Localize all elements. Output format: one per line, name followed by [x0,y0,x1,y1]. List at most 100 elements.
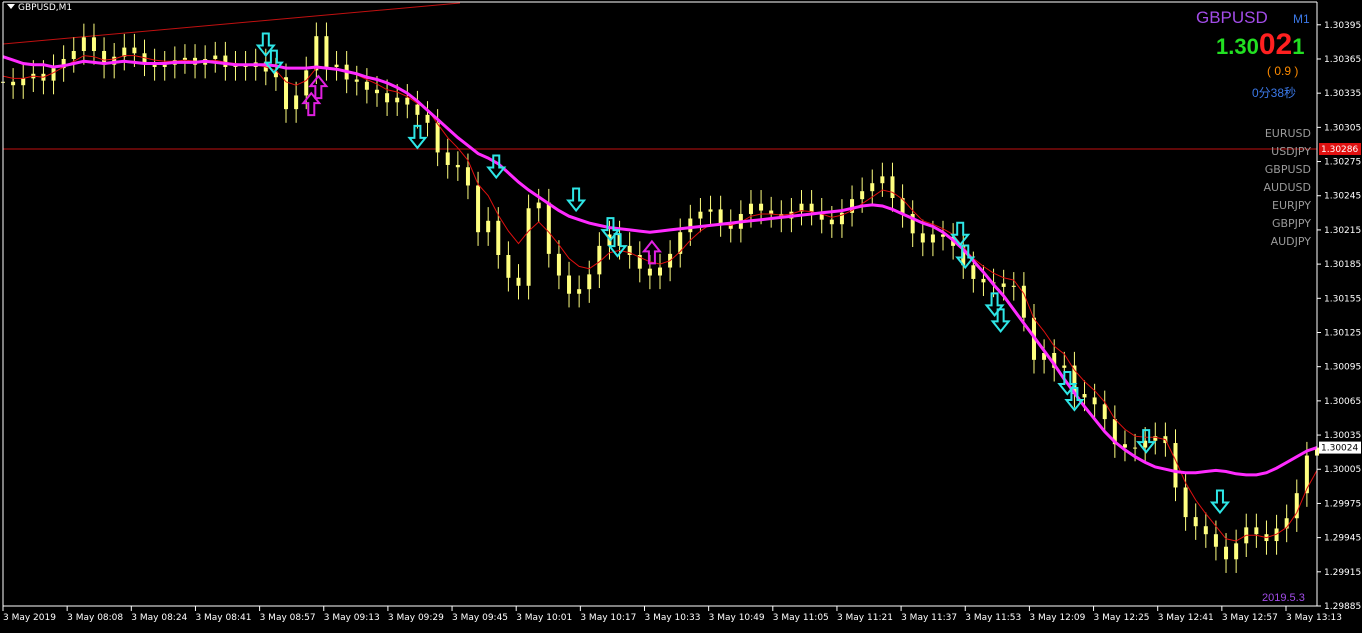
x-tick-label: 3 May 08:24 [131,613,187,623]
x-tick-label: 3 May 12:41 [1158,613,1214,623]
candle-body [708,209,713,212]
x-tick-label: 3 May 09:13 [324,613,380,623]
y-tick-label: 1.30065 [1324,397,1361,407]
info-price: 1.30021 [1216,30,1304,61]
candle-body [81,37,86,52]
candle-body [91,37,96,52]
candle-body [880,176,885,184]
candle-body [162,64,167,67]
candle-body [445,152,450,165]
candle-body [930,234,935,243]
candle-body [334,64,339,67]
candle-body [698,211,703,219]
candle-body [981,278,986,283]
y-tick-label: 1.30245 [1324,192,1361,202]
candle-body [759,203,764,211]
symbol-list-item[interactable]: GBPJPY [1272,217,1311,230]
candle-body [314,36,319,71]
candle-body [354,79,359,82]
candle-body [1082,394,1087,398]
candle-body [1213,534,1218,547]
candle-body [425,114,430,123]
candle-body [971,265,976,279]
y-tick-label: 1.30335 [1324,89,1361,99]
info-symbol: GBPUSD [1196,8,1268,27]
y-tick-label: 1.30365 [1324,55,1361,65]
candle-body [1133,447,1138,449]
symbol-list-item[interactable]: EURJPY [1272,199,1311,212]
candle-body [516,277,521,286]
candle-body [1092,397,1097,405]
candle-body [718,209,723,224]
candle-body [688,218,693,233]
candle-body [223,55,228,67]
y-tick-label: 1.30275 [1324,158,1361,168]
candle-body [1203,526,1208,535]
candle-body [486,220,491,233]
x-tick-label: 3 May 11:21 [837,613,893,623]
candle-body [1102,404,1107,420]
y-tick-label: 1.29945 [1324,534,1361,544]
candle-body [536,202,541,209]
symbol-list-item[interactable]: EURUSD [1265,127,1311,140]
candle-body [658,267,662,276]
info-bar-timer: 0分38秒 [1252,86,1297,100]
y-tick-label: 1.30395 [1324,21,1361,31]
x-tick-label: 3 May 11:05 [773,613,829,623]
candle-body [769,210,774,214]
candle-body [294,95,299,110]
y-tick-label: 1.30005 [1324,465,1361,475]
candle-body [577,289,582,294]
chart-title[interactable]: GBPUSD,M1 [7,3,72,13]
candle-body [1224,546,1229,560]
chart-title-text: GBPUSD,M1 [18,3,73,13]
candle-body [132,47,137,54]
current-price-box-text: 1.30024 [1321,444,1358,454]
symbol-list-item[interactable]: AUDUSD [1263,181,1311,194]
candle-body [1062,365,1067,368]
candle-body [71,51,76,59]
candle-body [546,202,551,254]
y-tick-label: 1.29885 [1324,602,1361,612]
y-tick-label: 1.30035 [1324,431,1361,441]
y-tick-label: 1.29915 [1324,568,1361,578]
x-tick-label: 3 May 10:49 [709,613,765,623]
info-timeframe: M1 [1293,12,1310,26]
candle-body [435,122,440,153]
x-tick-label: 3 May 13:13 [1286,613,1342,623]
price-prefix: 1.30 [1216,34,1259,59]
y-tick-label: 1.30095 [1324,363,1361,373]
x-tick-label: 3 May 10:33 [645,613,701,623]
candle-body [476,185,481,233]
candle-body [395,97,400,103]
candle-body [556,253,561,276]
symbol-list-item[interactable]: AUDJPY [1271,235,1312,248]
candle-body [809,203,814,212]
candle-body [304,70,309,96]
candle-body [1254,527,1259,535]
y-tick-label: 1.30185 [1324,260,1361,270]
candle-body [405,97,410,105]
candle-body [1021,285,1026,318]
symbol-list-item[interactable]: GBPUSD [1265,163,1311,176]
x-tick-label: 3 May 12:09 [1029,613,1085,623]
symbol-list-item[interactable]: USDJPY [1271,145,1311,158]
x-tick-label: 3 May 11:37 [901,613,957,623]
y-tick-label: 1.29975 [1324,499,1361,509]
candle-body [587,274,592,290]
candle-body [1234,543,1239,560]
candle-body [920,233,925,243]
candle-body [1183,487,1188,518]
price-chart[interactable]: 1.303951.303651.303351.303051.302751.302… [0,0,1362,633]
candle-body [1304,455,1309,494]
dropdown-triangle-icon[interactable] [7,4,15,9]
x-tick-label: 3 May 10:17 [580,613,636,623]
x-tick-label: 3 May 10:01 [516,613,572,623]
candle-body [890,176,895,199]
candle-body [870,183,875,192]
candle-body [324,36,329,67]
x-tick-label: 3 May 09:29 [388,613,444,623]
y-tick-label: 1.30125 [1324,328,1361,338]
candle-body [213,55,218,59]
y-tick-label: 1.30155 [1324,294,1361,304]
